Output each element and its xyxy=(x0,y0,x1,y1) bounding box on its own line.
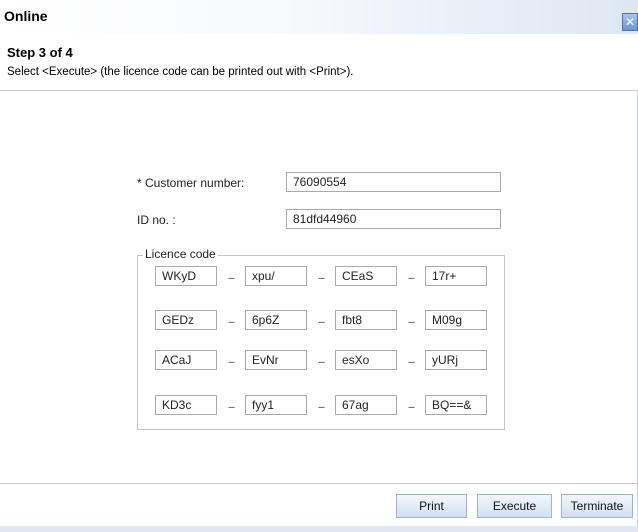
licence-code-field[interactable]: fyy1 xyxy=(245,395,307,415)
code-separator: --- xyxy=(228,402,235,412)
step-title: Step 3 of 4 xyxy=(7,45,73,60)
licence-code-field[interactable]: M09g xyxy=(425,310,487,330)
licence-code-field[interactable]: GEDz xyxy=(155,310,217,330)
code-separator: --- xyxy=(318,317,325,327)
licence-code-field[interactable]: EvNr xyxy=(245,350,307,370)
code-separator: --- xyxy=(408,273,415,283)
terminate-button[interactable]: Terminate xyxy=(561,494,633,518)
licence-code-field[interactable]: esXo xyxy=(335,350,397,370)
licence-code-field[interactable]: ACaJ xyxy=(155,350,217,370)
code-separator: --- xyxy=(408,317,415,327)
execute-button[interactable]: Execute xyxy=(477,494,552,518)
close-icon[interactable]: ✕ xyxy=(622,13,638,31)
licence-code-field[interactable]: fbt8 xyxy=(335,310,397,330)
id-number-label: ID no. : xyxy=(137,213,176,227)
code-separator: --- xyxy=(318,357,325,367)
licence-code-field[interactable]: CEaS xyxy=(335,266,397,286)
step-header: Step 3 of 4 Select <Execute> (the licenc… xyxy=(0,34,638,91)
code-separator: --- xyxy=(228,273,235,283)
code-separator: --- xyxy=(408,357,415,367)
code-separator: --- xyxy=(318,402,325,412)
code-separator: --- xyxy=(408,402,415,412)
code-separator: --- xyxy=(228,317,235,327)
licence-code-field[interactable]: 67ag xyxy=(335,395,397,415)
licence-code-field[interactable]: KD3c xyxy=(155,395,217,415)
id-number-field[interactable]: 81dfd44960 xyxy=(286,209,501,229)
licence-code-field[interactable]: BQ==& xyxy=(425,395,487,415)
step-description: Select <Execute> (the licence code can b… xyxy=(7,66,354,78)
bottom-border xyxy=(0,526,638,532)
licence-code-field[interactable]: 17r+ xyxy=(425,266,487,286)
window-title: Online xyxy=(4,8,48,24)
print-button[interactable]: Print xyxy=(396,494,467,518)
code-separator: --- xyxy=(228,357,235,367)
licence-code-field[interactable]: xpu/ xyxy=(245,266,307,286)
online-dialog: Online ✕ Step 3 of 4 Select <Execute> (t… xyxy=(0,0,638,532)
footer-divider xyxy=(0,483,638,484)
licence-code-field[interactable]: 6p6Z xyxy=(245,310,307,330)
licence-code-field[interactable]: WKyD xyxy=(155,266,217,286)
customer-number-label: * Customer number: xyxy=(137,176,245,190)
code-separator: --- xyxy=(318,273,325,283)
licence-code-legend: Licence code xyxy=(143,247,218,261)
customer-number-field[interactable]: 76090554 xyxy=(286,172,501,192)
licence-code-field[interactable]: yURj xyxy=(425,350,487,370)
title-bar: Online ✕ xyxy=(0,0,638,34)
